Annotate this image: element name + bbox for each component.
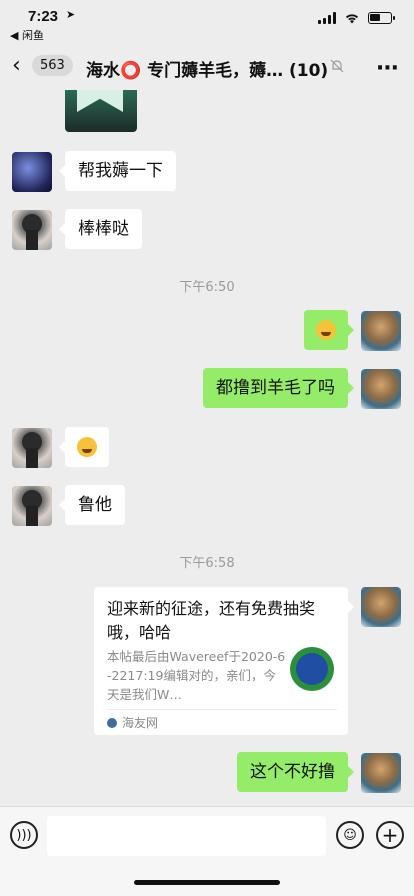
emoji-picker-icon[interactable]: ☺ xyxy=(336,821,364,849)
unread-count-badge[interactable]: 563 xyxy=(32,55,73,76)
link-card-title: 迎来新的征途，还有免费抽奖哦，哈哈 xyxy=(107,599,316,642)
cellular-signal-icon xyxy=(318,12,336,24)
avatar[interactable] xyxy=(12,428,52,468)
chat-history[interactable]: 帮我薅一下 棒棒哒 下午6:50 都撸到羊毛了吗 鲁他 下午6:58 迎来新的征… xyxy=(0,90,414,806)
source-logo-icon xyxy=(107,718,117,728)
link-card-source: 海友网 xyxy=(122,716,159,730)
link-card-description: 本帖最后由Wavereef于2020-6-2217:19编辑对的，亲们，今天是我… xyxy=(107,649,286,702)
wifi-icon xyxy=(345,14,359,24)
avatar[interactable] xyxy=(361,587,401,627)
link-card-thumbnail xyxy=(290,647,334,691)
voice-input-icon[interactable]: ))) xyxy=(10,821,38,849)
location-arrow-icon: ➤ xyxy=(66,8,76,21)
mute-bell-icon xyxy=(330,59,344,73)
status-icons xyxy=(318,12,395,24)
avatar[interactable] xyxy=(361,311,401,351)
message-timestamp: 下午6:58 xyxy=(179,556,235,571)
status-time: 7:23 xyxy=(28,8,59,25)
message-bubble[interactable]: 鲁他 xyxy=(59,485,125,525)
link-card[interactable]: 迎来新的征途，还有免费抽奖哦，哈哈 本帖最后由Wavereef于2020-6-2… xyxy=(94,587,354,735)
plus-icon[interactable]: + xyxy=(376,821,404,849)
battery-icon xyxy=(368,12,395,24)
message-bubble[interactable]: 都撸到羊毛了吗 xyxy=(203,368,354,408)
message-bubble[interactable]: 这个不好撸 xyxy=(237,752,354,792)
emoji-message-bubble[interactable] xyxy=(304,310,354,350)
more-options-icon[interactable]: ··· xyxy=(376,56,399,81)
smile-emoji-icon xyxy=(316,320,336,340)
avatar[interactable] xyxy=(361,369,401,409)
home-indicator xyxy=(134,880,280,885)
avatar[interactable] xyxy=(12,486,52,526)
avatar[interactable] xyxy=(361,753,401,793)
status-bar: 7:23 ➤ ◀ 闲鱼 xyxy=(0,0,414,44)
message-timestamp: 下午6:50 xyxy=(179,280,235,295)
image-message-thumbnail[interactable] xyxy=(65,90,137,132)
grin-emoji-icon xyxy=(77,437,97,457)
back-to-app-link[interactable]: ◀ 闲鱼 xyxy=(10,27,44,43)
avatar[interactable] xyxy=(12,210,52,250)
message-bubble[interactable]: 棒棒哒 xyxy=(59,209,142,249)
avatar[interactable] xyxy=(12,152,52,192)
message-bubble[interactable]: 帮我薅一下 xyxy=(59,151,176,191)
chat-header: ‹ 563 海水⭕ 专门薅羊毛，薅… (10) ··· xyxy=(0,44,414,90)
message-input[interactable] xyxy=(47,816,326,856)
emoji-message-bubble[interactable] xyxy=(59,427,109,467)
back-chevron-icon[interactable]: ‹ xyxy=(12,53,21,78)
divider xyxy=(107,709,337,710)
chat-title: 海水⭕ 专门薅羊毛，薅… (10) xyxy=(86,61,329,81)
